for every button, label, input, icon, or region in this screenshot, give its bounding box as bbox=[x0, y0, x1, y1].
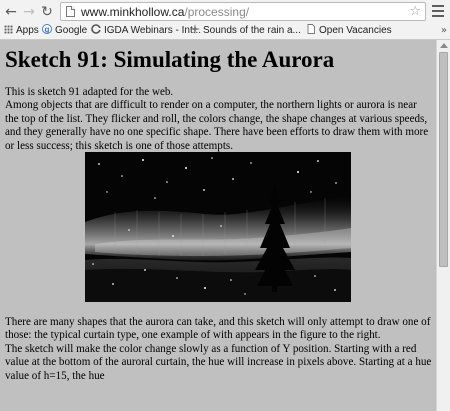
scroll-up-arrow-icon[interactable] bbox=[440, 43, 448, 48]
aurora-image bbox=[85, 152, 351, 302]
page-title: Sketch 91: Simulating the Aurora bbox=[5, 47, 335, 72]
bookmark-label: IGDA Webinars - Int... bbox=[104, 25, 202, 36]
page-favicon bbox=[307, 24, 315, 34]
scroll-thumb[interactable] bbox=[439, 52, 448, 267]
more-bookmarks-chevron[interactable]: » bbox=[441, 24, 447, 38]
back-button[interactable]: ← bbox=[2, 3, 20, 21]
intro-section: This is sketch 91 adapted for the web. A… bbox=[5, 86, 433, 153]
url-text[interactable]: www.minkhollow.ca/processing/ bbox=[81, 4, 249, 20]
body-section: There are many shapes that the aurora ca… bbox=[5, 316, 433, 383]
aurora-sketch-canvas bbox=[85, 152, 351, 302]
bookmark-label: Apps bbox=[16, 25, 39, 36]
google-favicon: g bbox=[42, 24, 52, 34]
bookmark-apps[interactable]: Apps bbox=[4, 24, 39, 39]
paragraph-aurora-shapes: There are many shapes that the aurora ca… bbox=[5, 316, 431, 342]
sparkle-favicon bbox=[190, 24, 200, 34]
bookmark-label: Open Vacancies bbox=[319, 25, 392, 36]
page-icon bbox=[66, 6, 75, 17]
url-path: /processing/ bbox=[184, 5, 250, 19]
svg-text:g: g bbox=[45, 25, 50, 34]
bookmarks-bar: Apps g Google IGDA Webinars - Int... Sou… bbox=[0, 24, 450, 40]
bookmark-igda[interactable]: IGDA Webinars - Int... bbox=[91, 24, 201, 39]
igda-favicon bbox=[91, 24, 101, 34]
bookmark-open-vacancies[interactable]: Open Vacancies bbox=[306, 24, 392, 39]
bookmark-label: Google bbox=[55, 25, 88, 36]
menu-icon[interactable] bbox=[432, 5, 444, 17]
paragraph-difficult-objects: Among objects that are difficult to rend… bbox=[5, 99, 429, 152]
bookmark-sounds[interactable]: Sounds of the rain a... bbox=[190, 24, 301, 39]
forward-button[interactable]: → bbox=[20, 3, 38, 21]
paragraph-color-change: The sketch will make the color change sl… bbox=[5, 342, 432, 382]
bookmark-google[interactable]: g Google bbox=[42, 24, 87, 39]
bookmark-label: Sounds of the rain a... bbox=[203, 25, 301, 36]
reload-button[interactable]: ↻ bbox=[38, 3, 56, 21]
apps-grid-icon bbox=[4, 25, 13, 34]
address-bar[interactable]: www.minkhollow.ca/processing/ ☆ bbox=[60, 2, 426, 21]
bookmark-star-icon[interactable]: ☆ bbox=[409, 4, 421, 20]
vertical-scrollbar[interactable] bbox=[436, 40, 450, 411]
browser-toolbar: ← → ↻ www.minkhollow.ca/processing/ ☆ bbox=[0, 0, 450, 24]
intro-text: This is sketch 91 adapted for the web. bbox=[5, 86, 174, 98]
url-domain: www.minkhollow.ca bbox=[81, 5, 185, 19]
